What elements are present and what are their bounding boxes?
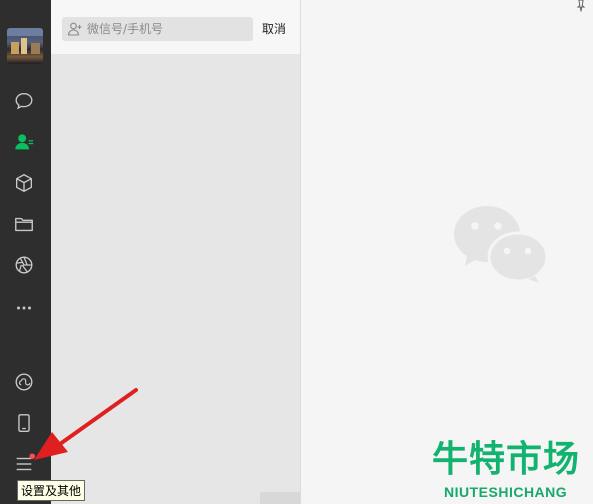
watermark: 牛特市场 NIUTESHICHANG: [432, 440, 590, 504]
annotation-arrow: [34, 388, 138, 460]
tooltip: 设置及其他: [17, 480, 86, 501]
more-dots-icon[interactable]: [12, 296, 36, 320]
watermark-chinese: 牛特市场: [432, 439, 581, 480]
add-friend-icon: [67, 22, 82, 36]
favorites-cube-icon[interactable]: [12, 171, 36, 195]
chat-icon[interactable]: [12, 89, 36, 113]
wechat-window: 取消 设置及其他 牛特市场 NIUTESHICHANG: [0, 0, 593, 504]
watermark-english: NIUTESHICHANG: [444, 484, 568, 500]
moments-aperture-icon[interactable]: [12, 253, 36, 277]
cancel-button[interactable]: 取消: [262, 20, 286, 37]
contacts-icon[interactable]: [12, 130, 36, 154]
avatar[interactable]: [7, 28, 43, 64]
search-box[interactable]: [62, 17, 253, 41]
scroll-strip: [260, 492, 300, 504]
wechat-logo-icon: [454, 206, 549, 283]
pin-icon[interactable]: [575, 0, 587, 12]
search-input[interactable]: [87, 17, 249, 41]
main-panel: [300, 0, 593, 504]
folder-icon[interactable]: [12, 212, 36, 236]
search-bar: 取消: [51, 0, 300, 54]
